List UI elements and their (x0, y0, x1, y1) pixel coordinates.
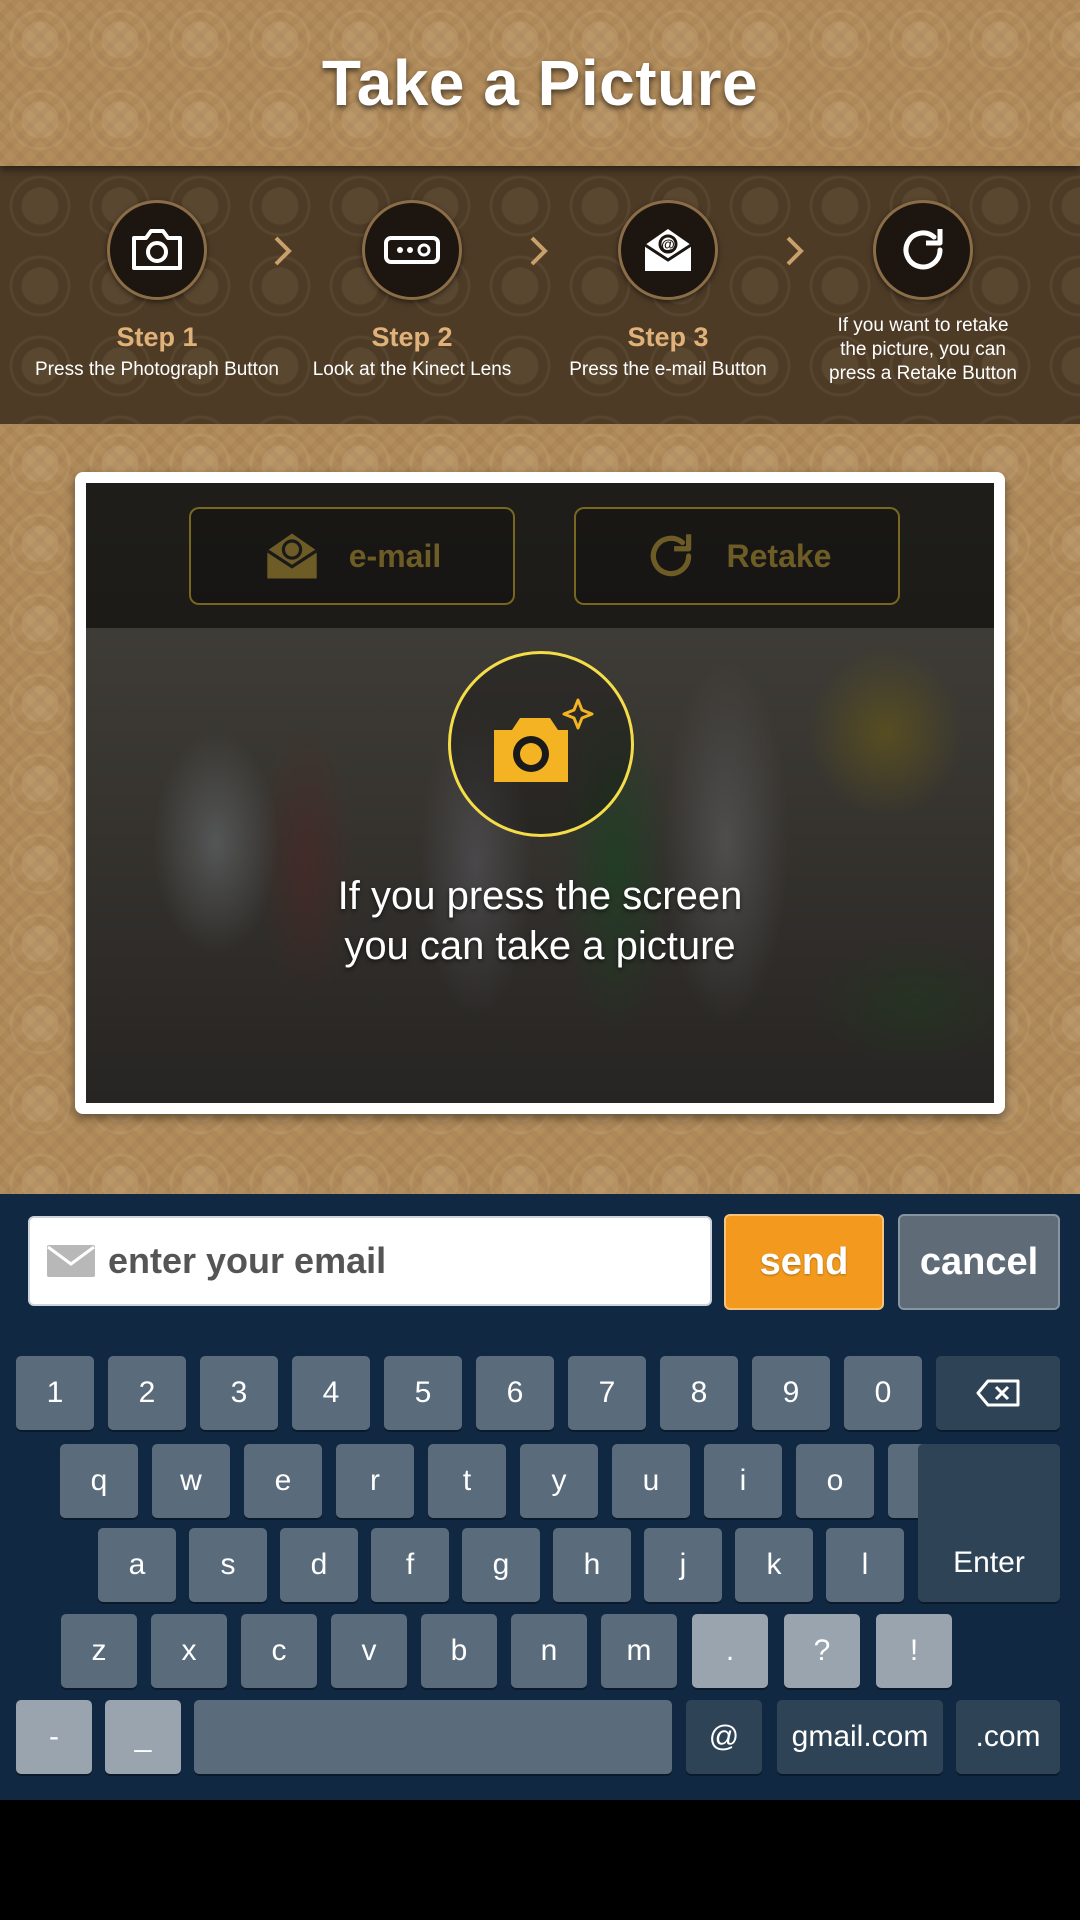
step-3: @ Step 3 Press the e-mail Button (538, 200, 798, 381)
step-2-title: Step 2 (371, 322, 453, 352)
key-0[interactable]: 0 (844, 1356, 922, 1430)
retake-icon (650, 534, 691, 577)
key-b[interactable]: b (421, 1614, 497, 1688)
email-button-label: e-mail (348, 537, 442, 574)
key-exclamation[interactable]: ! (876, 1614, 952, 1688)
enter-key-label: Enter (953, 1546, 1025, 1579)
camera-sparkle-icon (494, 698, 594, 782)
key-n[interactable]: n (511, 1614, 587, 1688)
bottom-bar (0, 1800, 1080, 1920)
step-1: Step 1 Press the Photograph Button (27, 200, 287, 381)
key-s[interactable]: s (189, 1528, 267, 1602)
key-w[interactable]: w (152, 1444, 230, 1518)
key-9[interactable]: 9 (752, 1356, 830, 1430)
key-h[interactable]: h (553, 1528, 631, 1602)
key-x[interactable]: x (151, 1614, 227, 1688)
key-2[interactable]: 2 (108, 1356, 186, 1430)
key-m[interactable]: m (601, 1614, 677, 1688)
key-at[interactable]: @ (686, 1700, 762, 1774)
backspace-icon (976, 1379, 1020, 1407)
key-u[interactable]: u (612, 1444, 690, 1518)
step-1-title: Step 1 (116, 322, 198, 352)
key-7[interactable]: 7 (568, 1356, 646, 1430)
key-v[interactable]: v (331, 1614, 407, 1688)
retake-icon (873, 200, 973, 300)
key-a[interactable]: a (98, 1528, 176, 1602)
keyboard-panel: send cancel 1234567890qwertyuiopasdfghjk… (0, 1194, 1080, 1800)
key-i[interactable]: i (704, 1444, 782, 1518)
key-dash[interactable]: - (16, 1700, 92, 1774)
key-underscore[interactable]: _ (105, 1700, 181, 1774)
svg-text:@: @ (661, 236, 675, 252)
step-2-desc: Look at the Kinect Lens (312, 359, 512, 380)
key-d[interactable]: d (280, 1528, 358, 1602)
email-icon (266, 533, 318, 579)
send-button[interactable]: send (724, 1214, 884, 1310)
step-1-desc: Press the Photograph Button (35, 359, 279, 380)
retake-button[interactable]: Retake (574, 507, 900, 605)
key-k[interactable]: k (735, 1528, 813, 1602)
key-6[interactable]: 6 (476, 1356, 554, 1430)
email-input[interactable] (106, 1239, 710, 1283)
steps-panel: Step 1 Press the Photograph Button Step … (0, 166, 1080, 424)
key-period[interactable]: . (692, 1614, 768, 1688)
key-y[interactable]: y (520, 1444, 598, 1518)
step-3-desc: Press the e-mail Button (569, 359, 767, 380)
take-picture-button[interactable] (448, 651, 634, 837)
email-field[interactable] (28, 1216, 712, 1306)
cancel-button[interactable]: cancel (898, 1214, 1060, 1310)
camera-icon (107, 200, 207, 300)
key-question[interactable]: ? (784, 1614, 860, 1688)
envelope-icon (47, 1245, 95, 1277)
photo-preview-frame: e-mail Retake If you press the screen yo… (75, 472, 1005, 1114)
key-q[interactable]: q (60, 1444, 138, 1518)
backspace-key[interactable] (936, 1356, 1060, 1430)
camera-preview[interactable]: e-mail Retake If you press the screen yo… (86, 483, 994, 1103)
key-o[interactable]: o (796, 1444, 874, 1518)
preview-toolbar: e-mail Retake (86, 483, 994, 628)
retake-button-label: Retake (726, 537, 832, 574)
key-t[interactable]: t (428, 1444, 506, 1518)
key-e[interactable]: e (244, 1444, 322, 1518)
kinect-lens-icon (362, 200, 462, 300)
hint-text: If you press the screen you can take a p… (337, 874, 743, 968)
email-icon: @ (618, 200, 718, 300)
key-8[interactable]: 8 (660, 1356, 738, 1430)
key-f[interactable]: f (371, 1528, 449, 1602)
step-3-title: Step 3 (627, 322, 709, 352)
key-1[interactable]: 1 (16, 1356, 94, 1430)
key-4[interactable]: 4 (292, 1356, 370, 1430)
step-2: Step 2 Look at the Kinect Lens (282, 200, 542, 381)
key-c[interactable]: c (241, 1614, 317, 1688)
key-g[interactable]: g (462, 1528, 540, 1602)
key-dot-com[interactable]: .com (956, 1700, 1060, 1774)
step-4: If you want to retake the picture, you c… (793, 200, 1053, 386)
key-l[interactable]: l (826, 1528, 904, 1602)
space-key[interactable] (194, 1700, 672, 1774)
page-title: Take a Picture (321, 47, 759, 119)
header: Take a Picture (0, 0, 1080, 166)
key-j[interactable]: j (644, 1528, 722, 1602)
key-gmail-com[interactable]: gmail.com (777, 1700, 943, 1774)
email-button[interactable]: e-mail (189, 507, 515, 605)
enter-key[interactable]: Enter (918, 1444, 1060, 1602)
key-z[interactable]: z (61, 1614, 137, 1688)
key-5[interactable]: 5 (384, 1356, 462, 1430)
key-r[interactable]: r (336, 1444, 414, 1518)
step-4-desc: If you want to retake the picture, you c… (829, 315, 1017, 384)
key-3[interactable]: 3 (200, 1356, 278, 1430)
